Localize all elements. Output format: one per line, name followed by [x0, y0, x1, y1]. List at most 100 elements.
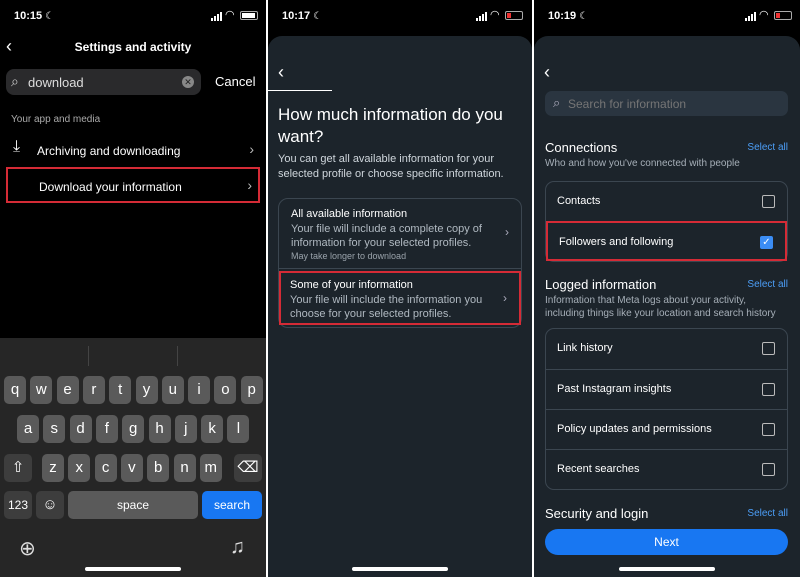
key-c[interactable]: c — [94, 454, 117, 482]
settings-search-screen: 10:15☾ ◠ ‹ Settings and activity ⌕ ✕ Can… — [0, 0, 266, 577]
key-y[interactable]: y — [135, 376, 158, 404]
signal-icon — [211, 12, 222, 21]
divider — [268, 90, 332, 91]
option-subtitle: Your file will include a complete copy o… — [291, 223, 482, 249]
checkbox[interactable] — [762, 383, 775, 396]
past-instagram-insights-item[interactable]: Past Instagram insights — [546, 369, 787, 409]
search-input[interactable] — [568, 95, 768, 113]
some-of-your-information-option[interactable]: Some of your information Your file will … — [279, 271, 521, 325]
contacts-item[interactable]: Contacts — [546, 182, 787, 222]
select-all-logged-link[interactable]: Select all — [747, 279, 788, 290]
information-amount-screen: 10:17 ☾ ◠ ‹ How much information do you w… — [268, 0, 532, 577]
bottom-sheet: ‹ How much information do you want? You … — [268, 36, 532, 577]
search-bar[interactable]: ⌕ ✕ — [6, 69, 201, 95]
policy-updates-item[interactable]: Policy updates and permissions — [546, 409, 787, 449]
cancel-button[interactable]: Cancel — [215, 74, 255, 89]
search-icon: ⌕ — [11, 73, 19, 89]
section-title: Your app and media — [11, 114, 101, 125]
key-h[interactable]: h — [148, 415, 171, 443]
recent-searches-item[interactable]: Recent searches — [546, 449, 787, 489]
globe-icon[interactable]: ⊕ — [19, 536, 36, 561]
section-title-connections: Connections — [545, 140, 618, 155]
key-m[interactable]: m — [199, 454, 222, 482]
checkbox[interactable] — [762, 463, 775, 476]
select-all-security-link[interactable]: Select all — [747, 508, 788, 519]
status-time: 10:19 ☾ — [548, 10, 589, 22]
item-label: Past Instagram insights — [557, 383, 672, 395]
key-n[interactable]: n — [173, 454, 196, 482]
back-chevron-icon[interactable]: ‹ — [278, 62, 284, 83]
item-label: Followers and following — [559, 236, 674, 248]
next-button[interactable]: Next — [545, 529, 788, 555]
option-subtitle: Your file will include the information y… — [290, 294, 483, 320]
archiving-and-downloading-row[interactable]: ⤓ Archiving and downloading › — [6, 133, 260, 169]
key-q[interactable]: q — [4, 376, 26, 404]
key-b[interactable]: b — [147, 454, 170, 482]
logged-information-group: Link history Past Instagram insights Pol… — [545, 328, 788, 490]
status-bar: 10:17 ☾ ◠ — [268, 0, 532, 34]
page-description: You can get all available information fo… — [278, 153, 504, 180]
clear-icon[interactable]: ✕ — [182, 76, 194, 88]
signal-icon — [476, 12, 487, 21]
key-o[interactable]: o — [214, 376, 237, 404]
select-information-screen: 10:19☾ ◠ ‹ ⌕ Connections Select all Who … — [534, 0, 800, 577]
item-label: Contacts — [557, 195, 601, 207]
space-key[interactable]: space — [68, 491, 198, 519]
item-label: Link history — [557, 342, 613, 354]
search-input[interactable] — [28, 73, 178, 91]
option-title: Some of your information — [290, 279, 413, 291]
download-icon: ⤓ — [13, 138, 21, 155]
key-t[interactable]: t — [109, 376, 132, 404]
key-s[interactable]: s — [43, 415, 66, 443]
select-all-connections-link[interactable]: Select all — [747, 142, 788, 153]
key-a[interactable]: a — [17, 415, 39, 443]
emoji-key[interactable]: ☺ — [36, 491, 64, 519]
status-time: 10:15 ☾ — [14, 10, 55, 22]
search-icon: ⌕ — [553, 95, 561, 110]
download-your-information-row[interactable]: Download your information › — [6, 167, 260, 203]
microphone-icon[interactable]: ♫ — [230, 536, 245, 559]
key-i[interactable]: i — [188, 376, 211, 404]
key-v[interactable]: v — [120, 454, 143, 482]
status-time: 10:17 ☾ — [282, 10, 323, 22]
key-p[interactable]: p — [240, 376, 263, 404]
back-chevron-icon[interactable]: ‹ — [544, 62, 550, 83]
options-card: All available information Your file will… — [278, 198, 522, 328]
key-d[interactable]: d — [69, 415, 92, 443]
key-w[interactable]: w — [30, 376, 53, 404]
chevron-right-icon: › — [249, 141, 254, 157]
search-key[interactable]: search — [202, 491, 262, 519]
checkbox[interactable] — [762, 423, 775, 436]
checkbox-checked[interactable]: ✓ — [760, 236, 773, 249]
key-x[interactable]: x — [68, 454, 91, 482]
home-indicator — [619, 567, 715, 571]
backspace-key[interactable]: ⌫ — [234, 454, 262, 482]
followers-and-following-item[interactable]: Followers and following ✓ — [546, 221, 787, 261]
battery-icon — [240, 11, 258, 20]
suggestion-divider — [177, 346, 178, 366]
key-j[interactable]: j — [174, 415, 197, 443]
search-bar[interactable]: ⌕ — [545, 91, 788, 116]
key-l[interactable]: l — [227, 415, 250, 443]
connections-group: Contacts Followers and following ✓ — [545, 181, 788, 262]
key-e[interactable]: e — [56, 376, 79, 404]
row-label: Archiving and downloading — [37, 144, 181, 158]
key-r[interactable]: r — [82, 376, 105, 404]
key-f[interactable]: f — [95, 415, 118, 443]
home-indicator — [352, 567, 448, 571]
link-history-item[interactable]: Link history — [546, 329, 787, 369]
shift-key[interactable]: ⇧ — [4, 454, 32, 482]
key-u[interactable]: u — [161, 376, 184, 404]
key-k[interactable]: k — [201, 415, 224, 443]
status-bar: 10:15 ☾ ◠ — [0, 0, 266, 34]
chevron-right-icon: › — [247, 177, 252, 193]
keyboard: qwertyuiop asdfghjkl zxcvbnm ⇧ ⌫ 123 ☺ spa… — [0, 338, 266, 577]
key-z[interactable]: z — [42, 454, 64, 482]
checkbox[interactable] — [762, 342, 775, 355]
numbers-key[interactable]: 123 — [4, 491, 32, 519]
wifi-icon: ◠ — [225, 9, 235, 21]
section-title-logged-information: Logged information — [545, 277, 657, 292]
checkbox[interactable] — [762, 195, 775, 208]
key-g[interactable]: g — [122, 415, 145, 443]
all-available-information-option[interactable]: All available information Your file will… — [279, 199, 521, 269]
